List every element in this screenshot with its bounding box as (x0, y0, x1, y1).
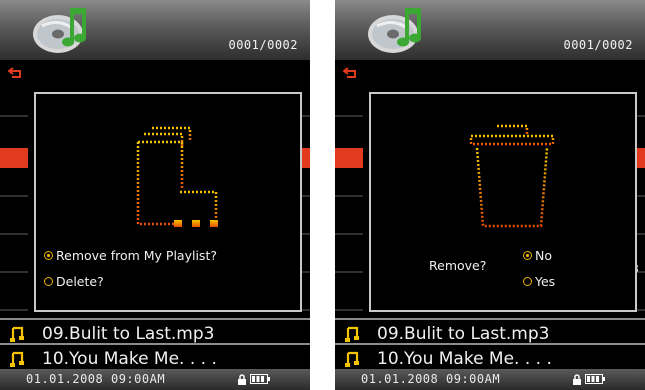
status-footer: 01.01.2008 09:00AM (0, 369, 310, 390)
radio-selected-icon (523, 251, 532, 260)
list-stripe-left (335, 85, 363, 321)
status-header: 0001/0002 (335, 0, 645, 60)
selected-row-marker (0, 148, 28, 168)
remove-confirm-dialog: Remove? No Yes (369, 92, 637, 312)
lock-icon (238, 374, 246, 385)
track-counter: 0001/0002 (563, 38, 633, 52)
option-yes[interactable]: Yes (523, 274, 555, 289)
radio-selected-icon (44, 251, 53, 260)
music-note-icon (10, 326, 24, 342)
radio-unselected-icon (44, 277, 53, 286)
battery-icon (250, 374, 270, 384)
list-stripe-left (0, 85, 28, 321)
song-title: 09.Bulit to Last.mp3 (377, 324, 550, 344)
track-counter: 0001/0002 (228, 38, 298, 52)
music-note-icon (345, 351, 359, 367)
song-title: 10.You Make Me. . . . (42, 349, 217, 369)
music-note-icon (10, 351, 24, 367)
song-title: 10.You Make Me. . . . (377, 349, 552, 369)
remove-prompt: Remove? (429, 258, 487, 273)
date-time: 01.01.2008 09:00AM (361, 372, 501, 386)
status-header: 0001/0002 (0, 0, 310, 60)
lock-icon (573, 374, 581, 385)
remove-options-dialog: Remove from My Playlist? Delete? (34, 92, 302, 312)
music-note-icon (345, 326, 359, 342)
radio-unselected-icon (523, 277, 532, 286)
option-delete[interactable]: Delete? (44, 274, 104, 289)
back-arrow-icon[interactable] (8, 66, 24, 78)
selected-row-marker (335, 148, 363, 168)
status-footer: 01.01.2008 09:00AM (335, 369, 645, 390)
cd-music-icon (33, 8, 86, 53)
date-time: 01.01.2008 09:00AM (26, 372, 166, 386)
song-title: 09.Bulit to Last.mp3 (42, 324, 215, 344)
trash-bin-icon (469, 124, 555, 228)
option-no[interactable]: No (523, 248, 552, 263)
player-screen-left: 0001/0002 Remove from My Playlist? Delet… (0, 0, 310, 390)
player-screen-right: 0001/0002 3 (335, 0, 645, 390)
cd-music-icon (368, 8, 421, 53)
playlist-document-icon (136, 126, 218, 227)
back-arrow-icon[interactable] (343, 66, 359, 78)
battery-icon (585, 374, 605, 384)
option-remove-from-playlist[interactable]: Remove from My Playlist? (44, 248, 217, 263)
